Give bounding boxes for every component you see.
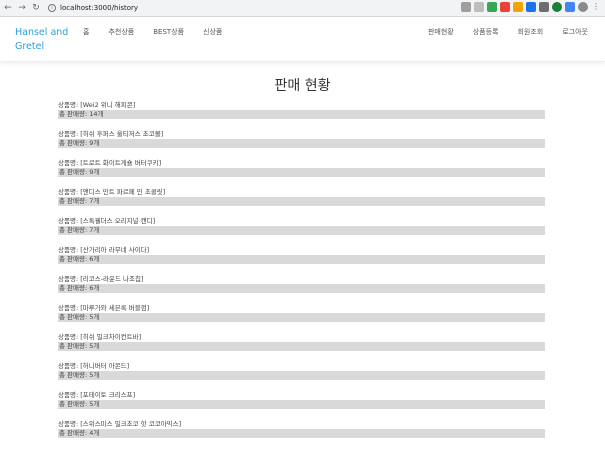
reload-icon[interactable]: ↻ [30,2,42,14]
admin-nav: 판매현황 상품등록 회원조회 로그아웃 [409,27,588,37]
menu-icon[interactable]: ⋮ [591,2,601,12]
address-bar[interactable]: i localhost:3000/history ⋮ [48,0,605,16]
total-sold: 총 판매량: 5개 [58,400,545,409]
product-name: 상품명: [스위스미스 밀크초코 핫 코코아믹스] [58,420,182,428]
extension-icon[interactable] [552,2,562,12]
page-title: 판매 현황 [274,78,331,94]
site-header: Hansel and Gretel 홈 추천상품 BEST상품 신상품 판매현황… [0,17,605,62]
nav-home[interactable]: 홈 [83,27,89,37]
list-item: 상품명: [마루가와 세븐록 버블껌] 총 판매량: 5개 [58,304,545,333]
total-sold: 총 판매량: 14개 [58,110,545,119]
list-item: 상품명: [리코스-라운드 나조칩] 총 판매량: 6개 [58,275,545,304]
product-name: 상품명: [허니버터 아몬드] [58,362,130,370]
product-name: 상품명: [스톡웰더스 오리지널 캔디] [58,217,156,225]
brand-logo[interactable]: Hansel and Gretel [15,26,75,54]
nav-new[interactable]: 신상품 [203,27,222,37]
total-sold: 총 판매량: 6개 [58,255,545,264]
info-icon[interactable]: i [48,4,56,12]
product-name: 상품명: [히쉬 밀크차이컨트바] [58,333,142,341]
url-text: localhost:3000/history [60,4,139,12]
product-name: 상품명: [히쉬 후퍼스 울티저스 초코볼] [58,130,164,138]
nav-product-register[interactable]: 상품등록 [473,27,499,37]
main-nav: 홈 추천상품 BEST상품 신상품 [83,27,241,37]
product-name: 상품명: [트로트 화이트게숄 버터쿠키] [58,159,162,167]
avatar[interactable] [578,2,588,12]
total-sold: 총 판매량: 6개 [58,284,545,293]
product-name: 상품명: [리코스-라운드 나조칩] [58,275,144,283]
total-sold: 총 판매량: 4개 [58,429,545,438]
list-item: 상품명: [트로트 화이트게숄 버터쿠키] 총 판매량: 9개 [58,159,545,188]
product-name: 상품명: [산가리아 라무네 사이다] [58,246,150,254]
nav-sales-status[interactable]: 판매현황 [428,27,454,37]
list-item: 상품명: [산가리아 라무네 사이다] 총 판매량: 6개 [58,246,545,275]
forward-icon[interactable]: → [16,2,28,14]
list-item: 상품명: [Wei2 위니 해피콘] 총 판매량: 14개 [58,101,545,130]
total-sold: 총 판매량: 5개 [58,313,545,322]
product-name: 상품명: [마루가와 세븐록 버블껌] [58,304,150,312]
total-sold: 총 판매량: 9개 [58,139,545,148]
product-name: 상품명: [앤디스 민트 파르페 민 초콜릿] [58,188,166,196]
total-sold: 총 판매량: 7개 [58,197,545,206]
extension-icons: ⋮ [461,2,601,12]
total-sold: 총 판매량: 7개 [58,226,545,235]
list-item: 상품명: [앤디스 민트 파르페 민 초콜릿] 총 판매량: 7개 [58,188,545,217]
star-icon[interactable] [474,2,484,12]
extension-icon[interactable] [500,2,510,12]
extension-icon[interactable] [539,2,549,12]
nav-logout[interactable]: 로그아웃 [562,27,588,37]
translate-icon[interactable] [461,2,471,12]
back-icon[interactable]: ← [2,2,14,14]
nav-recommended[interactable]: 추천상품 [108,27,134,37]
total-sold: 총 판매량: 5개 [58,371,545,380]
total-sold: 총 판매량: 9개 [58,168,545,177]
product-name: 상품명: [Wei2 위니 해피콘] [58,101,136,109]
extension-icon[interactable] [565,2,575,12]
extension-icon[interactable] [513,2,523,12]
list-item: 상품명: [스톡웰더스 오리지널 캔디] 총 판매량: 7개 [58,217,545,246]
nav-member-lookup[interactable]: 회원조회 [517,27,543,37]
list-item: 상품명: [스위스미스 밀크초코 핫 코코아믹스] 총 판매량: 4개 [58,420,545,449]
extension-icon[interactable] [487,2,497,12]
list-item: 상품명: [허니버터 아몬드] 총 판매량: 5개 [58,362,545,391]
list-item: 상품명: [히쉬 밀크차이컨트바] 총 판매량: 5개 [58,333,545,362]
sales-list: 상품명: [Wei2 위니 해피콘] 총 판매량: 14개 상품명: [히쉬 후퍼스… [58,101,545,449]
list-item: 상품명: [히쉬 후퍼스 울티저스 초코볼] 총 판매량: 9개 [58,130,545,159]
list-item: 상품명: [포테이토 크리스프] 총 판매량: 5개 [58,391,545,420]
extension-icon[interactable] [526,2,536,12]
nav-best[interactable]: BEST상품 [153,27,184,37]
total-sold: 총 판매량: 5개 [58,342,545,351]
product-name: 상품명: [포테이토 크리스프] [58,391,136,399]
browser-toolbar: ← → ↻ i localhost:3000/history ⋮ [0,0,605,17]
